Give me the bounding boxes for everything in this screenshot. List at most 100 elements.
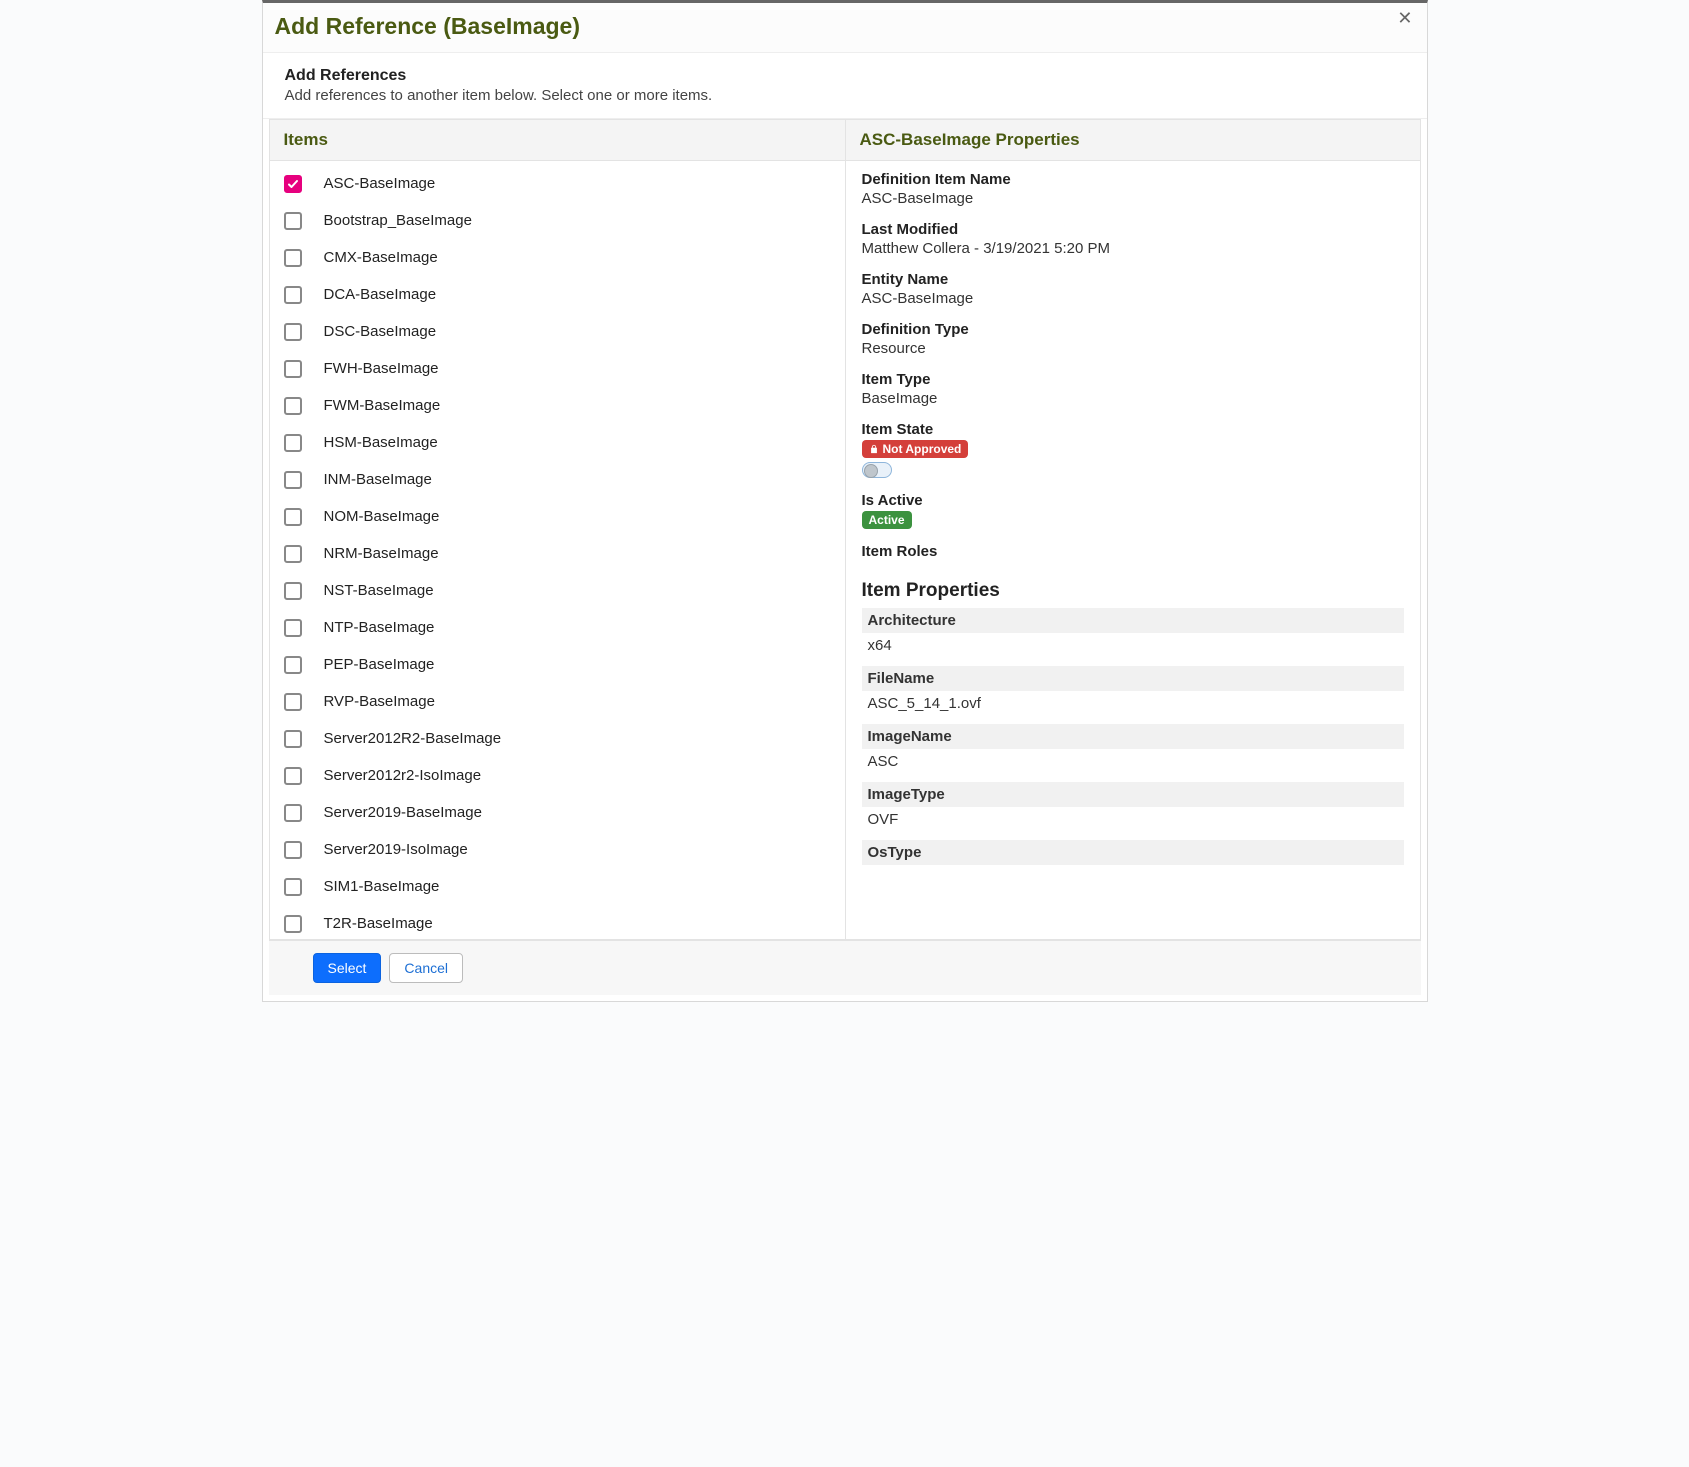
list-item[interactable]: Server2012r2-IsoImage	[274, 757, 841, 794]
list-item-label: ASC-BaseImage	[320, 175, 436, 192]
list-item-label: CMX-BaseImage	[320, 249, 438, 266]
checkbox[interactable]	[284, 175, 302, 193]
is-active-badge-text: Active	[869, 512, 905, 528]
property-value	[862, 865, 1404, 881]
close-icon[interactable]: ✕	[1391, 7, 1418, 29]
list-item-label: HSM-BaseImage	[320, 434, 438, 451]
list-item[interactable]: NRM-BaseImage	[274, 535, 841, 572]
list-item-label: NST-BaseImage	[320, 582, 434, 599]
item-type-value: BaseImage	[862, 390, 1404, 407]
definition-item-name-value: ASC-BaseImage	[862, 190, 1404, 207]
entity-name-label: Entity Name	[862, 271, 1404, 288]
checkbox[interactable]	[284, 360, 302, 378]
property-key: ImageType	[862, 782, 1404, 807]
list-item-label: NOM-BaseImage	[320, 508, 440, 525]
list-item-label: DCA-BaseImage	[320, 286, 437, 303]
definition-type-value: Resource	[862, 340, 1404, 357]
list-item[interactable]: RVP-BaseImage	[274, 683, 841, 720]
definition-type-label: Definition Type	[862, 321, 1404, 338]
list-item-label: FWM-BaseImage	[320, 397, 441, 414]
modal-footer: Select Cancel	[269, 940, 1421, 995]
property-value: x64	[862, 633, 1404, 666]
properties-panel-title: ASC-BaseImage Properties	[846, 120, 1420, 161]
last-modified-value: Matthew Collera - 3/19/2021 5:20 PM	[862, 240, 1404, 257]
property-value: ASC_5_14_1.ovf	[862, 691, 1404, 724]
list-item[interactable]: SIM1-BaseImage	[274, 868, 841, 905]
list-item[interactable]: ASC-BaseImage	[274, 165, 841, 202]
item-state-badge: Not Approved	[862, 440, 969, 458]
checkbox[interactable]	[284, 286, 302, 304]
checkbox[interactable]	[284, 545, 302, 563]
list-item-label: RVP-BaseImage	[320, 693, 435, 710]
modal-title: Add Reference (BaseImage)	[275, 9, 1415, 44]
cancel-button[interactable]: Cancel	[389, 953, 463, 983]
list-item-label: FWH-BaseImage	[320, 360, 439, 377]
item-state-badge-text: Not Approved	[883, 441, 962, 457]
list-item[interactable]: Server2019-IsoImage	[274, 831, 841, 868]
list-item[interactable]: PEP-BaseImage	[274, 646, 841, 683]
list-item-label: T2R-BaseImage	[320, 915, 433, 932]
item-state-toggle[interactable]	[862, 462, 892, 478]
list-item[interactable]: DSC-BaseImage	[274, 313, 841, 350]
properties-scroll[interactable]: Definition Item Name ASC-BaseImage Last …	[846, 161, 1420, 939]
checkbox[interactable]	[284, 693, 302, 711]
list-item[interactable]: NST-BaseImage	[274, 572, 841, 609]
item-roles-label: Item Roles	[862, 543, 1404, 560]
subheader-desc: Add references to another item below. Se…	[285, 87, 1409, 104]
list-item[interactable]: Bootstrap_BaseImage	[274, 202, 841, 239]
list-item-label: NRM-BaseImage	[320, 545, 439, 562]
checkbox[interactable]	[284, 804, 302, 822]
list-item-label: PEP-BaseImage	[320, 656, 435, 673]
checkbox[interactable]	[284, 212, 302, 230]
is-active-label: Is Active	[862, 492, 1404, 509]
list-item[interactable]: T2R-BaseImage	[274, 905, 841, 939]
checkbox[interactable]	[284, 619, 302, 637]
list-item-label: DSC-BaseImage	[320, 323, 437, 340]
checkbox[interactable]	[284, 508, 302, 526]
last-modified-label: Last Modified	[862, 221, 1404, 238]
checkbox[interactable]	[284, 730, 302, 748]
property-value: OVF	[862, 807, 1404, 840]
item-state-label: Item State	[862, 421, 1404, 438]
modal-subheader: Add References Add references to another…	[263, 53, 1427, 119]
checkbox[interactable]	[284, 323, 302, 341]
checkbox[interactable]	[284, 656, 302, 674]
list-item-label: NTP-BaseImage	[320, 619, 435, 636]
property-value: ASC	[862, 749, 1404, 782]
entity-name-value: ASC-BaseImage	[862, 290, 1404, 307]
list-item[interactable]: Server2012R2-BaseImage	[274, 720, 841, 757]
checkbox[interactable]	[284, 767, 302, 785]
is-active-badge: Active	[862, 511, 912, 529]
checkbox[interactable]	[284, 397, 302, 415]
checkbox[interactable]	[284, 434, 302, 452]
list-item-label: Server2019-IsoImage	[320, 841, 468, 858]
checkbox[interactable]	[284, 249, 302, 267]
items-panel-title: Items	[270, 120, 845, 161]
select-button[interactable]: Select	[313, 953, 382, 983]
list-item-label: Server2019-BaseImage	[320, 804, 482, 821]
property-key: ImageName	[862, 724, 1404, 749]
list-item[interactable]: HSM-BaseImage	[274, 424, 841, 461]
list-item[interactable]: INM-BaseImage	[274, 461, 841, 498]
item-properties-header: Item Properties	[862, 580, 1404, 602]
checkbox[interactable]	[284, 878, 302, 896]
lock-icon	[869, 444, 879, 454]
list-item-label: Server2012R2-BaseImage	[320, 730, 502, 747]
list-item[interactable]: DCA-BaseImage	[274, 276, 841, 313]
item-type-label: Item Type	[862, 371, 1404, 388]
list-item[interactable]: NOM-BaseImage	[274, 498, 841, 535]
checkbox[interactable]	[284, 471, 302, 489]
property-key: OsType	[862, 840, 1404, 865]
checkbox[interactable]	[284, 582, 302, 600]
add-reference-modal: ✕ Add Reference (BaseImage) Add Referenc…	[262, 0, 1428, 1002]
list-item[interactable]: FWM-BaseImage	[274, 387, 841, 424]
list-item[interactable]: Server2019-BaseImage	[274, 794, 841, 831]
list-item[interactable]: FWH-BaseImage	[274, 350, 841, 387]
list-item[interactable]: NTP-BaseImage	[274, 609, 841, 646]
checkbox[interactable]	[284, 841, 302, 859]
items-list[interactable]: ASC-BaseImage Bootstrap_BaseImage CMX-Base…	[270, 161, 845, 939]
checkbox[interactable]	[284, 915, 302, 933]
list-item[interactable]: CMX-BaseImage	[274, 239, 841, 276]
list-item-label: INM-BaseImage	[320, 471, 432, 488]
property-key: FileName	[862, 666, 1404, 691]
